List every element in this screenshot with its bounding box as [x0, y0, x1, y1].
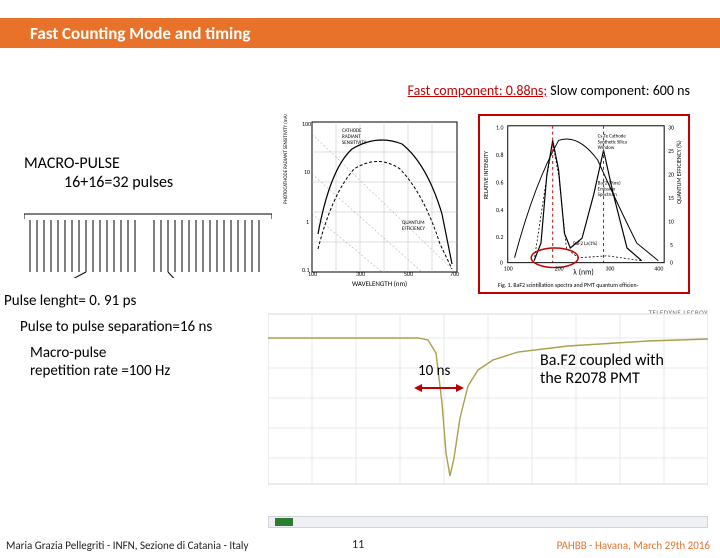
- svg-text:Window: Window: [598, 145, 615, 151]
- svg-text:25: 25: [668, 147, 674, 155]
- baf2-spectra-chart: RELATIVE INTENSITY QUANTUM EFFICIENCY (%…: [478, 114, 690, 294]
- svg-text:200: 200: [555, 264, 564, 272]
- macro-rep-l1: Macro-pulse: [30, 344, 170, 362]
- svg-text:300: 300: [606, 264, 615, 272]
- status-chip: [275, 518, 293, 526]
- marker-10ns-label: 10 ns: [418, 362, 450, 380]
- fast-component-label: Fast component: 0.88ns;: [408, 82, 548, 99]
- slow-component-label: Slow component: 600 ns: [547, 82, 690, 99]
- svg-text:QUANTUM EFFICIENCY (%): QUANTUM EFFICIENCY (%): [675, 140, 683, 204]
- pmt-sensitivity-chart: PHOTOCATHODE RADIANT SENSITIVITY (mA/W) …: [282, 114, 465, 294]
- title-bar: Fast Counting Mode and timing: [0, 18, 720, 48]
- svg-text:700: 700: [450, 270, 459, 278]
- svg-text:RELATIVE INTENSITY: RELATIVE INTENSITY: [482, 151, 490, 199]
- svg-text:0.1: 0.1: [302, 266, 310, 274]
- svg-text:15: 15: [668, 194, 674, 202]
- svg-text:Fig. 1. BaF2 scintillation spe: Fig. 1. BaF2 scintillation spectra and P…: [498, 281, 639, 289]
- svg-text:WAVELENGTH (nm): WAVELENGTH (nm): [352, 279, 407, 288]
- oscilloscope-statusbar: [268, 516, 708, 528]
- pulse-comb-diagram: [24, 204, 272, 278]
- svg-text:10: 10: [304, 168, 310, 176]
- svg-text:PHOTOCATHODE RADIANT SENSITIVI: PHOTOCATHODE RADIANT SENSITIVITY (mA/W): [282, 114, 289, 204]
- svg-text:Spectrum: Spectrum: [598, 192, 617, 198]
- marker-10ns-arrow: [414, 382, 464, 394]
- oscilloscope-trace-chart: [268, 308, 708, 504]
- svg-text:0.6: 0.6: [496, 178, 503, 186]
- svg-text:300: 300: [356, 270, 365, 278]
- macro-pulse-label: MACRO-PULSE 16+16=32 pulses: [24, 154, 274, 192]
- svg-text:10: 10: [668, 218, 674, 226]
- pulse-length-label: Pulse lenght= 0. 91 ps: [4, 292, 136, 310]
- svg-text:0.2: 0.2: [496, 233, 503, 241]
- footer-page-number: 11: [352, 538, 364, 552]
- baf2-l1: Ba.F2 coupled with: [540, 352, 664, 370]
- svg-text:λ (nm): λ (nm): [573, 267, 593, 277]
- baf2-l2: the R2078 PMT: [540, 370, 664, 388]
- macro-line1: MACRO-PULSE: [24, 154, 274, 173]
- svg-text:1.0: 1.0: [496, 124, 503, 132]
- svg-text:30: 30: [668, 124, 674, 132]
- svg-text:1: 1: [306, 218, 309, 226]
- macro-rep-l2: repetition rate =100 Hz: [30, 362, 170, 380]
- svg-text:100: 100: [302, 120, 311, 128]
- svg-text:5: 5: [670, 241, 673, 249]
- svg-text:EFFICIENCY: EFFICIENCY: [402, 226, 426, 232]
- svg-text:20: 20: [668, 171, 674, 179]
- svg-text:100: 100: [504, 264, 513, 272]
- svg-text:500: 500: [404, 270, 413, 278]
- baf2-coupling-label: Ba.F2 coupled with the R2078 PMT: [540, 352, 664, 389]
- macro-line2: 16+16=32 pulses: [24, 173, 274, 192]
- components-line: Fast component: 0.88ns; Slow component: …: [408, 82, 690, 99]
- svg-text:0.4: 0.4: [496, 206, 503, 214]
- svg-text:0.8: 0.8: [496, 151, 503, 159]
- macro-repetition-label: Macro-pulse repetition rate =100 Hz: [30, 344, 170, 380]
- svg-text:SENSITIVITY: SENSITIVITY: [342, 140, 367, 146]
- pulse-separation-label: Pulse to pulse separation=16 ns: [20, 318, 212, 336]
- svg-text:BaF2 La(1%): BaF2 La(1%): [573, 241, 598, 247]
- footer-author: Maria Grazia Pellegriti - INFN, Sezione …: [6, 539, 248, 552]
- svg-text:400: 400: [654, 264, 663, 272]
- page-title: Fast Counting Mode and timing: [22, 18, 720, 48]
- svg-text:0: 0: [670, 259, 673, 267]
- footer-event: PAHBB - Havana, March 29th 2016: [557, 539, 710, 552]
- title-accent: [0, 18, 22, 48]
- svg-text:0: 0: [500, 259, 503, 267]
